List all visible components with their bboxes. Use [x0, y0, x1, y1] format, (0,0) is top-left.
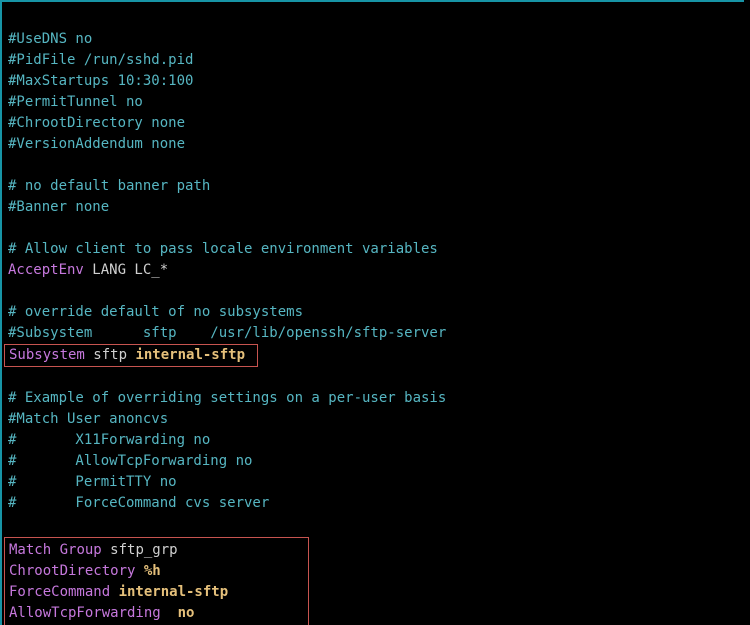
- conf-line: #PermitTunnel no: [8, 94, 143, 110]
- conf-line: #VersionAddendum none: [8, 136, 185, 152]
- directive-value: LANG LC_*: [84, 262, 168, 278]
- directive-keyword: Subsystem: [9, 347, 85, 363]
- group-keyword: Group: [51, 542, 102, 558]
- match-value: sftp_grp: [102, 542, 279, 558]
- conf-line: #UseDNS no: [8, 31, 92, 47]
- conf-line: # X11Forwarding no: [8, 432, 210, 448]
- conf-line: #Subsystem sftp /usr/lib/openssh/sftp-se…: [8, 325, 446, 341]
- directive-bold: %h: [144, 563, 161, 579]
- directive-bold: internal-sftp: [135, 347, 245, 363]
- conf-line: #Match User anoncvs: [8, 411, 168, 427]
- terminal-editor[interactable]: #UseDNS no #PidFile /run/sshd.pid #MaxSt…: [0, 0, 744, 625]
- highlight-box-subsystem: Subsystem sftp internal-sftp: [4, 344, 258, 367]
- directive-keyword: AcceptEnv: [8, 262, 84, 278]
- conf-line: AcceptEnv LANG LC_*: [8, 262, 168, 278]
- conf-line: # Example of overriding settings on a pe…: [8, 390, 446, 406]
- conf-line: # Allow client to pass locale environmen…: [8, 241, 438, 257]
- directive-keyword: AllowTcpForwarding: [9, 605, 169, 621]
- conf-line: # PermitTTY no: [8, 474, 177, 490]
- directive-keyword: ForceCommand: [9, 584, 119, 600]
- conf-line: # override default of no subsystems: [8, 304, 303, 320]
- match-keyword: Match: [9, 542, 51, 558]
- highlight-box-match: Match Group sftp_grp ChrootDirectory %h …: [4, 537, 309, 625]
- directive-value: sftp: [85, 347, 136, 363]
- directive-bold: internal-sftp: [119, 584, 229, 600]
- conf-line: # ForceCommand cvs server: [8, 495, 269, 511]
- conf-line: # AllowTcpForwarding no: [8, 453, 252, 469]
- conf-line: #Banner none: [8, 199, 109, 215]
- conf-line: # no default banner path: [8, 178, 210, 194]
- conf-line: #ChrootDirectory none: [8, 115, 185, 131]
- conf-line: #PidFile /run/sshd.pid: [8, 52, 193, 68]
- directive-bold: no: [169, 605, 194, 621]
- conf-line: #MaxStartups 10:30:100: [8, 73, 193, 89]
- directive-keyword: ChrootDirectory: [9, 563, 144, 579]
